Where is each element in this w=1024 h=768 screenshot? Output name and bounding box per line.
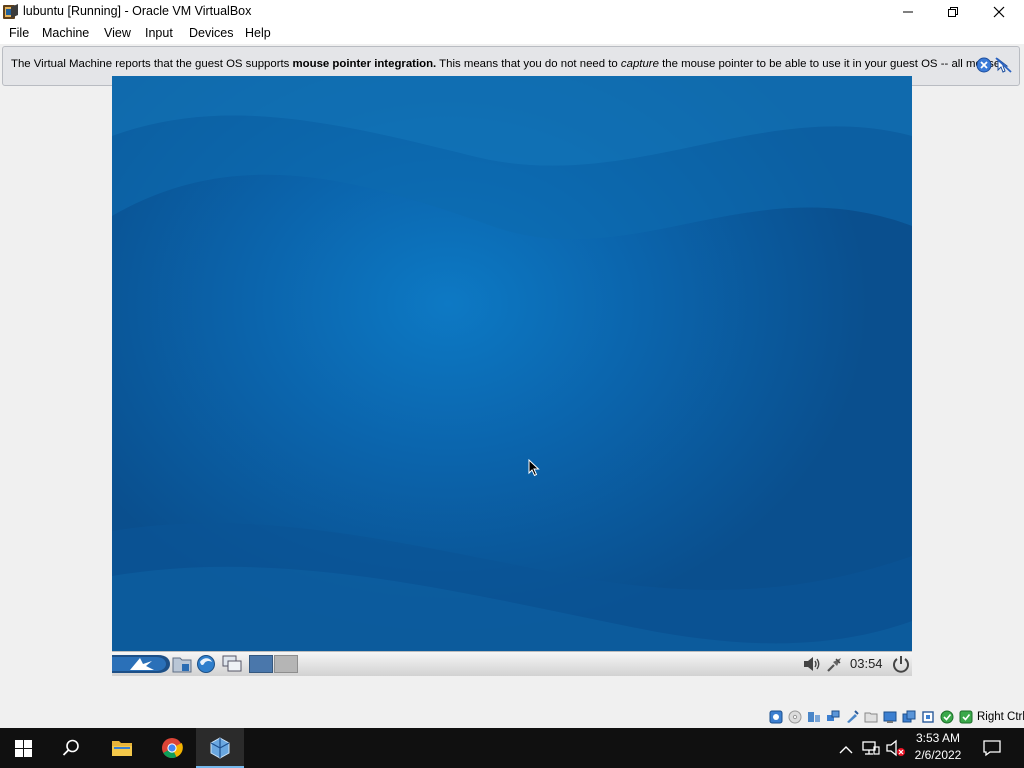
mouse-integration-icon[interactable] (940, 710, 954, 724)
hard-disk-icon[interactable] (769, 710, 783, 724)
shared-folders-icon[interactable] (864, 710, 878, 724)
menu-file[interactable]: File (9, 26, 29, 40)
minimize-button[interactable] (885, 0, 931, 24)
close-button[interactable] (976, 0, 1022, 24)
lxde-menu-icon[interactable] (112, 653, 170, 676)
info-close-icon[interactable] (976, 57, 992, 78)
chrome-icon[interactable] (161, 737, 183, 764)
do-not-show-again-icon[interactable] (995, 57, 1012, 78)
menu-devices[interactable]: Devices (189, 26, 233, 40)
notice-text-part2: This means that you do not need to (436, 58, 621, 70)
keyboard-icon[interactable] (959, 710, 973, 724)
show-desktop-icon[interactable] (222, 655, 242, 676)
lxde-panel: 03:54 (112, 651, 912, 676)
windows-start-icon[interactable] (15, 740, 32, 762)
lubuntu-wallpaper (112, 76, 912, 676)
menu-input[interactable]: Input (145, 26, 173, 40)
notice-text: The Virtual Machine reports that the gue… (11, 58, 1000, 70)
network-adapter-icon[interactable] (826, 710, 840, 724)
volume-icon[interactable] (802, 655, 822, 676)
minimize-icon (903, 11, 913, 13)
chevron-up-icon[interactable] (839, 742, 853, 760)
system-time[interactable]: 3:53 AM (912, 731, 964, 745)
system-date[interactable]: 2/6/2022 (912, 748, 964, 762)
audio-icon[interactable] (807, 710, 821, 724)
host-key-label: Right Ctrl (977, 711, 1024, 723)
usb-icon[interactable] (845, 710, 859, 724)
video-capture-icon[interactable] (902, 710, 916, 724)
guest-clock[interactable]: 03:54 (850, 656, 883, 671)
restore-button[interactable] (930, 0, 976, 24)
network-icon[interactable] (862, 739, 880, 762)
virtualbox-icon (2, 3, 20, 21)
network-icon[interactable] (826, 655, 844, 676)
window-title: lubuntu [Running] - Oracle VM VirtualBox (23, 4, 252, 18)
cpu-icon[interactable] (921, 710, 935, 724)
menu-bar: File Machine View Input Devices Help (0, 24, 1024, 44)
display-icon[interactable] (883, 710, 897, 724)
notice-text-part1: The Virtual Machine reports that the gue… (11, 58, 293, 70)
close-icon (993, 6, 1005, 18)
menu-view[interactable]: View (104, 26, 131, 40)
file-explorer-icon[interactable] (111, 738, 133, 763)
web-browser-icon[interactable] (196, 654, 216, 676)
optical-drive-icon[interactable] (788, 710, 802, 724)
volume-muted-icon[interactable] (886, 739, 906, 762)
vm-status-bar: Right Ctrl (0, 707, 1024, 728)
title-bar: lubuntu [Running] - Oracle VM VirtualBox (0, 0, 1024, 24)
mouse-cursor-icon (528, 459, 540, 477)
guest-display[interactable]: 03:54 (112, 76, 912, 676)
power-icon[interactable] (891, 654, 911, 676)
restore-icon (948, 7, 958, 17)
desktop-2[interactable] (274, 655, 298, 673)
menu-machine[interactable]: Machine (42, 26, 89, 40)
notice-text-part3: the mouse pointer to be able to use it i… (658, 58, 1001, 70)
search-icon[interactable] (62, 739, 80, 762)
notice-text-italic: capture (620, 58, 659, 70)
action-center-icon[interactable] (983, 739, 1001, 762)
windows-taskbar: 3:53 AM 2/6/2022 (0, 728, 1024, 768)
file-manager-icon[interactable] (172, 655, 192, 676)
notice-text-bold: mouse pointer integration. (292, 58, 437, 70)
desktop-1[interactable] (249, 655, 273, 673)
virtualbox-taskbar-button[interactable] (196, 728, 244, 768)
virtualbox-taskbar-icon (209, 737, 231, 764)
menu-help[interactable]: Help (245, 26, 271, 40)
